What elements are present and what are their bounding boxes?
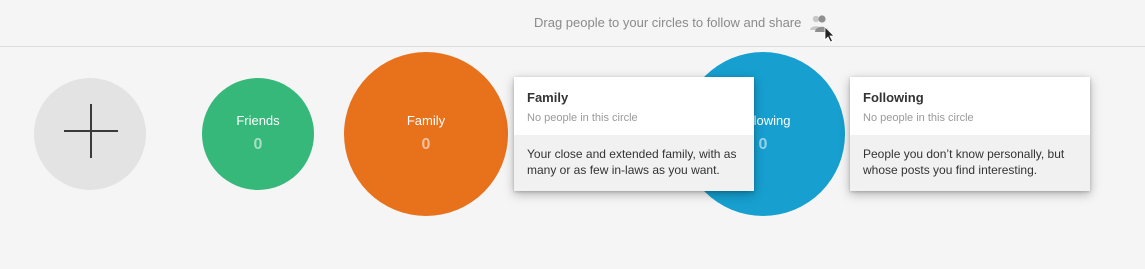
family-info-card: Family No people in this circle Your clo… bbox=[514, 77, 754, 191]
card-description: People you don’t know personally, but wh… bbox=[850, 135, 1090, 191]
circle-name: Family bbox=[406, 113, 446, 128]
drag-hint-text: Drag people to your circles to follow an… bbox=[534, 15, 802, 30]
card-title: Following bbox=[863, 90, 924, 105]
following-info-card: Following No people in this circle Peopl… bbox=[850, 77, 1090, 191]
circle-count: 0 bbox=[253, 136, 263, 153]
card-title: Family bbox=[527, 90, 569, 105]
card-header: Family No people in this circle bbox=[514, 77, 754, 135]
circle-family[interactable]: Family 0 bbox=[344, 52, 508, 216]
card-subtitle: No people in this circle bbox=[863, 112, 974, 124]
circle-friends[interactable]: Friends 0 bbox=[202, 78, 314, 190]
plus-icon bbox=[64, 104, 118, 158]
circle-count: 0 bbox=[421, 136, 431, 153]
card-description: Your close and extended family, with as … bbox=[514, 135, 754, 191]
card-header: Following No people in this circle bbox=[850, 77, 1090, 135]
circle-count: 0 bbox=[758, 136, 768, 153]
circle-name: Friends bbox=[236, 113, 280, 128]
top-bar: Drag people to your circles to follow an… bbox=[0, 0, 1145, 47]
card-subtitle: No people in this circle bbox=[527, 112, 638, 124]
people-drag-icon bbox=[810, 15, 835, 42]
